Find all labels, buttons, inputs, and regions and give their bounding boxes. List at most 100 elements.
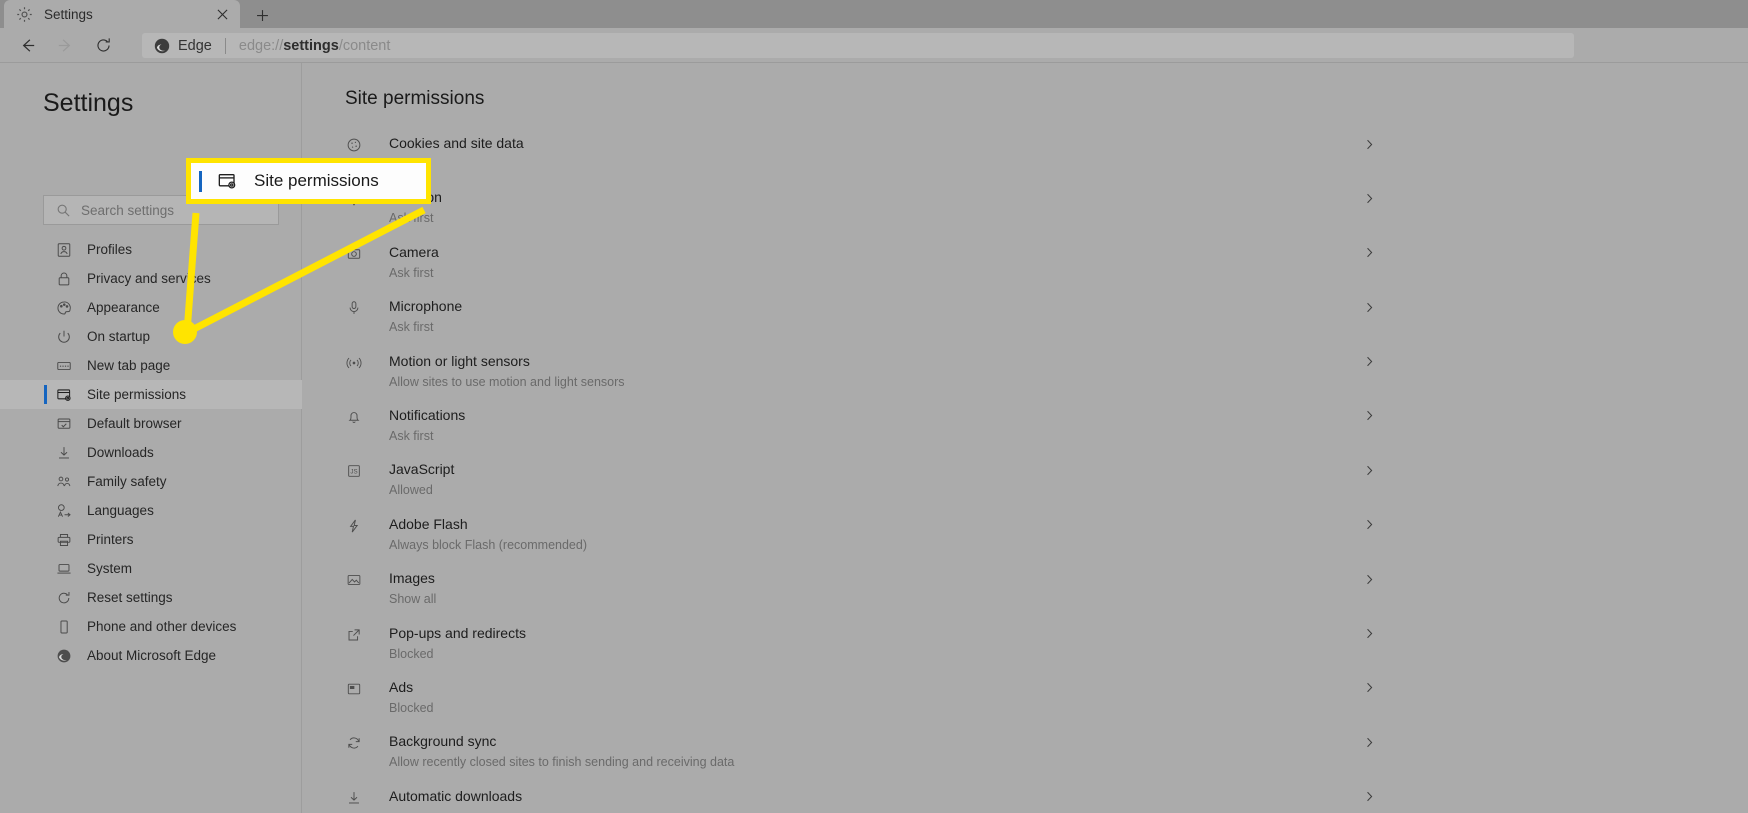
permission-status: Ask first bbox=[389, 211, 434, 226]
permission-label: Background sync bbox=[389, 733, 497, 750]
chevron-right-icon[interactable] bbox=[1360, 461, 1378, 479]
sidebar-item-label: Privacy and services bbox=[87, 271, 211, 286]
sidebar-item-profiles[interactable]: Profiles bbox=[0, 235, 302, 264]
phone-icon bbox=[55, 618, 73, 636]
permission-row-background-sync[interactable]: Background sync Allow recently closed si… bbox=[302, 731, 1748, 785]
permission-row-popups-and-redirects[interactable]: Pop-ups and redirects Blocked bbox=[302, 623, 1748, 677]
settings-content: Site permissions Cookies and site data A… bbox=[302, 63, 1748, 813]
image-icon bbox=[345, 571, 363, 589]
sidebar-item-label: Downloads bbox=[87, 445, 154, 460]
address-bar[interactable]: Edge edge://settings/content bbox=[142, 33, 1574, 58]
tab-strip: Settings bbox=[0, 0, 1748, 28]
cookie-icon bbox=[345, 136, 363, 154]
permission-text: Motion or light sensors Allow sites to u… bbox=[389, 351, 1748, 391]
permission-row-automatic-downloads[interactable]: Automatic downloads bbox=[302, 786, 1748, 813]
permission-row-motion-or-light-sensors[interactable]: Motion or light sensors Allow sites to u… bbox=[302, 351, 1748, 405]
chevron-right-icon[interactable] bbox=[1360, 135, 1378, 153]
browser-toolbar: Edge edge://settings/content bbox=[0, 28, 1748, 81]
sidebar-item-label: About Microsoft Edge bbox=[87, 648, 217, 663]
permission-row-cookies-and-site-data[interactable]: Cookies and site data bbox=[302, 133, 1748, 187]
chevron-right-icon[interactable] bbox=[1360, 244, 1378, 262]
sidebar-item-appearance[interactable]: Appearance bbox=[0, 293, 302, 322]
permission-status: Ask first bbox=[389, 320, 434, 335]
chevron-right-icon[interactable] bbox=[1360, 516, 1378, 534]
url-bold-segment: settings bbox=[283, 37, 339, 54]
close-icon[interactable] bbox=[212, 4, 232, 24]
chevron-right-icon[interactable] bbox=[1360, 733, 1378, 751]
javascript-icon: JS bbox=[345, 462, 363, 480]
permission-row-notifications[interactable]: Notifications Ask first bbox=[302, 405, 1748, 459]
site-permissions-list: Cookies and site data Loc bbox=[302, 133, 1748, 813]
permission-text: Ads Blocked bbox=[389, 677, 1748, 717]
permission-row-ads[interactable]: Ads Blocked bbox=[302, 677, 1748, 731]
chevron-right-icon[interactable] bbox=[1360, 570, 1378, 588]
permission-row-location[interactable]: Location Ask first bbox=[302, 187, 1748, 241]
sidebar-item-phone-and-other-devices[interactable]: Phone and other devices bbox=[0, 612, 302, 641]
sidebar-item-label: Printers bbox=[87, 532, 134, 547]
permission-status: Ask first bbox=[389, 428, 434, 443]
permission-row-images[interactable]: Images Show all bbox=[302, 568, 1748, 622]
new-tab-button[interactable] bbox=[249, 3, 275, 27]
sidebar-item-new-tab-page[interactable]: New tab page bbox=[0, 351, 302, 380]
sidebar-item-about-microsoft-edge[interactable]: About Microsoft Edge bbox=[0, 641, 302, 670]
sidebar-item-system[interactable]: System bbox=[0, 554, 302, 583]
permission-text: Microphone Ask first bbox=[389, 296, 1748, 336]
site-permissions-icon bbox=[55, 386, 73, 404]
browser-check-icon bbox=[55, 415, 73, 433]
permission-status: Blocked bbox=[389, 646, 434, 661]
sidebar-item-label: Profiles bbox=[87, 242, 133, 257]
chevron-right-icon[interactable] bbox=[1360, 298, 1378, 316]
chevron-right-icon[interactable] bbox=[1360, 625, 1378, 643]
chevron-right-icon[interactable] bbox=[1360, 353, 1378, 371]
page-title: Settings bbox=[43, 89, 134, 117]
permission-status: Allow recently closed sites to finish se… bbox=[389, 755, 735, 770]
sidebar-item-label: Phone and other devices bbox=[87, 619, 237, 634]
permission-label: Cookies and site data bbox=[389, 135, 524, 151]
chevron-right-icon[interactable] bbox=[1360, 788, 1378, 806]
sidebar-item-label: Appearance bbox=[87, 300, 160, 315]
chevron-right-icon[interactable] bbox=[1360, 189, 1378, 207]
chevron-right-icon[interactable] bbox=[1360, 407, 1378, 425]
chevron-right-icon[interactable] bbox=[1360, 679, 1378, 697]
sidebar-item-default-browser[interactable]: Default browser bbox=[0, 409, 302, 438]
permission-label: Notifications bbox=[389, 406, 466, 423]
palette-icon bbox=[55, 299, 73, 317]
profile-icon bbox=[55, 241, 73, 259]
content-heading: Site permissions bbox=[345, 88, 485, 109]
lock-icon bbox=[55, 270, 73, 288]
permission-status: Blocked bbox=[389, 700, 434, 715]
popup-icon bbox=[345, 626, 363, 644]
permission-label: Images bbox=[389, 570, 435, 587]
refresh-button[interactable] bbox=[87, 29, 119, 61]
omnibox-brand: Edge bbox=[178, 37, 212, 54]
edge-logo-icon bbox=[154, 38, 170, 54]
bell-icon bbox=[345, 408, 363, 426]
newtab-icon bbox=[55, 357, 73, 375]
back-button[interactable] bbox=[11, 29, 43, 61]
permission-row-microphone[interactable]: Microphone Ask first bbox=[302, 296, 1748, 350]
sidebar-item-printers[interactable]: Printers bbox=[0, 525, 302, 554]
sidebar-item-label: On startup bbox=[87, 329, 151, 344]
sidebar-item-downloads[interactable]: Downloads bbox=[0, 438, 302, 467]
permission-row-javascript[interactable]: JS JavaScript Allowed bbox=[302, 459, 1748, 513]
sidebar-item-languages[interactable]: Languages bbox=[0, 496, 302, 525]
sidebar-item-site-permissions[interactable]: Site permissions bbox=[0, 380, 302, 409]
sidebar-item-privacy-and-services[interactable]: Privacy and services bbox=[0, 264, 302, 293]
permission-text: Pop-ups and redirects Blocked bbox=[389, 623, 1748, 663]
laptop-icon bbox=[55, 560, 73, 578]
edge-logo-icon bbox=[55, 647, 73, 665]
sidebar-item-family-safety[interactable]: Family safety bbox=[0, 467, 302, 496]
permission-status: Show all bbox=[389, 592, 437, 607]
download-icon bbox=[55, 444, 73, 462]
permission-row-camera[interactable]: Camera Ask first bbox=[302, 242, 1748, 296]
permission-text: Cookies and site data bbox=[389, 133, 1748, 153]
permission-status: Ask first bbox=[389, 265, 434, 280]
permission-text: JavaScript Allowed bbox=[389, 459, 1748, 499]
permission-row-adobe-flash[interactable]: Adobe Flash Always block Flash (recommen… bbox=[302, 514, 1748, 568]
permission-text: Images Show all bbox=[389, 568, 1748, 608]
sensors-icon bbox=[345, 354, 363, 372]
download-icon bbox=[345, 789, 363, 807]
sidebar-item-reset-settings[interactable]: Reset settings bbox=[0, 583, 302, 612]
browser-tab[interactable]: Settings bbox=[4, 0, 240, 28]
sidebar-item-on-startup[interactable]: On startup bbox=[0, 322, 302, 351]
